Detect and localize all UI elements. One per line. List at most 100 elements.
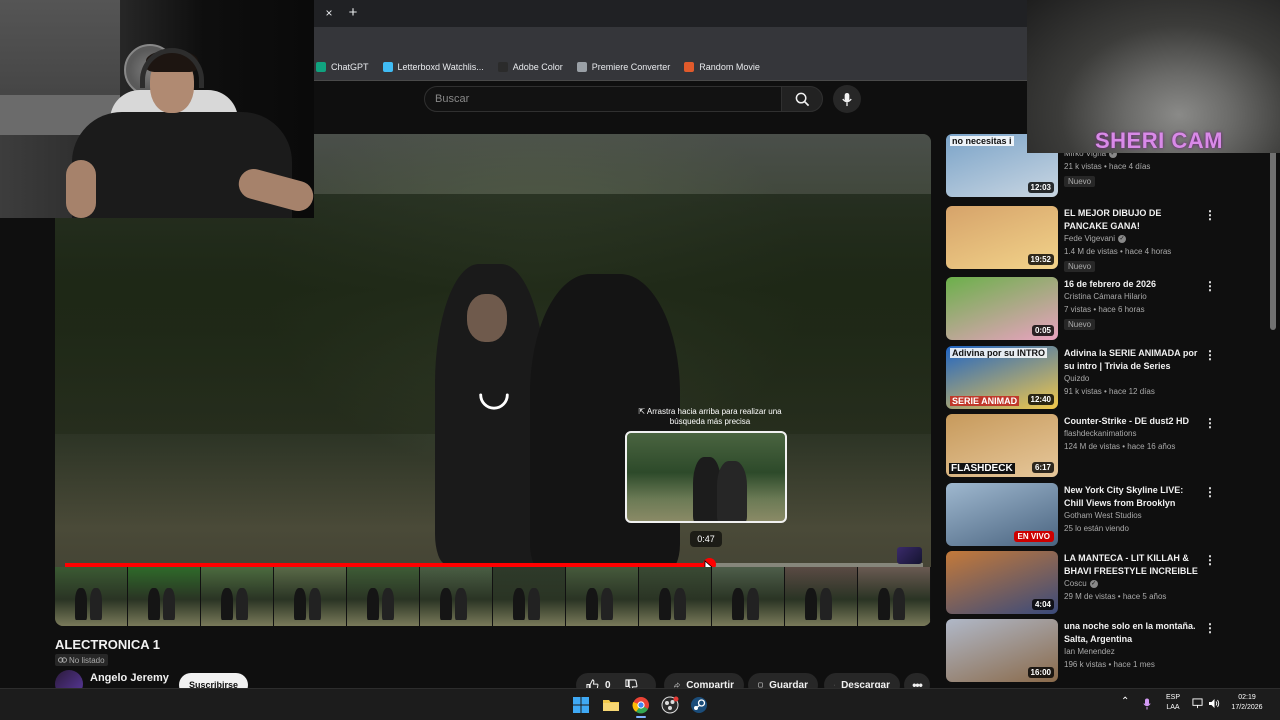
bookmark-label: Adobe Color bbox=[512, 61, 563, 72]
new-badge: Nuevo bbox=[1064, 319, 1096, 330]
filmstrip-frame[interactable] bbox=[566, 567, 639, 626]
related-video-title[interactable]: LA MANTECA - LIT KILLAH & BHAVI FREESTYL… bbox=[1064, 552, 1199, 578]
close-tab-button[interactable]: × bbox=[322, 6, 336, 20]
filmstrip-frame[interactable] bbox=[639, 567, 712, 626]
bookmark-label: ChatGPT bbox=[331, 61, 369, 72]
related-video-item[interactable]: Adivina por su INTRO SERIE ANIMAD 12:40 Adi… bbox=[946, 346, 1266, 410]
more-vertical-icon[interactable]: ⋮ bbox=[1204, 348, 1216, 362]
tray-mic-icon[interactable] bbox=[1143, 698, 1151, 710]
related-video-channel[interactable]: Fede Vigevani ✓ bbox=[1064, 234, 1126, 243]
related-video-item[interactable]: FLASHDECK 6:17 Counter-Strike - DE dust2 H… bbox=[946, 414, 1266, 478]
video-duration: 16:00 bbox=[1027, 667, 1054, 678]
related-video-title[interactable]: Adivina la SERIE ANIMADA por su intro | … bbox=[1064, 347, 1199, 373]
search-icon bbox=[795, 92, 809, 106]
person-face bbox=[467, 294, 507, 342]
related-video-meta: 29 M de vistas • hace 5 años bbox=[1064, 592, 1167, 601]
video-thumbnail[interactable]: 19:52 bbox=[946, 206, 1058, 269]
search-box[interactable] bbox=[424, 86, 782, 112]
related-video-meta: 124 M de vistas • hace 16 años bbox=[1064, 442, 1176, 451]
search-button[interactable] bbox=[781, 86, 823, 112]
bookmark-item[interactable]: Adobe Color bbox=[497, 61, 563, 72]
filmstrip-frame[interactable] bbox=[128, 567, 201, 626]
windows-start-icon[interactable] bbox=[572, 696, 590, 714]
filmstrip-frame[interactable] bbox=[785, 567, 858, 626]
bookmark-item[interactable]: ChatGPT bbox=[316, 61, 369, 72]
chrome-icon[interactable] bbox=[632, 696, 650, 714]
system-clock[interactable]: 02:19 17/2/2026 bbox=[1224, 693, 1270, 713]
related-video-title[interactable]: New York City Skyline LIVE: Chill Views … bbox=[1064, 484, 1199, 510]
related-video-item[interactable]: EN VIVO New York City Skyline LIVE: Chill… bbox=[946, 483, 1266, 547]
related-video-title[interactable]: Counter-Strike - DE dust2 HD bbox=[1064, 415, 1199, 428]
video-thumbnail[interactable]: 0:05 bbox=[946, 277, 1058, 340]
more-vertical-icon[interactable]: ⋮ bbox=[1204, 485, 1216, 499]
network-icon[interactable] bbox=[1192, 698, 1203, 709]
related-video-meta: 1.4 M de vistas • hace 4 horas bbox=[1064, 247, 1172, 256]
new-badge: Nuevo bbox=[1064, 176, 1096, 187]
filmstrip-frame[interactable] bbox=[712, 567, 785, 626]
related-video-title[interactable]: EL MEJOR DIBUJO DE PANCAKE GANA! bbox=[1064, 207, 1199, 233]
seek-filmstrip[interactable] bbox=[55, 567, 931, 626]
video-duration: 19:52 bbox=[1027, 254, 1054, 265]
filmstrip-frame[interactable] bbox=[55, 567, 128, 626]
channel-name-label: flashdeckanimations bbox=[1064, 429, 1137, 438]
filmstrip-frame[interactable] bbox=[420, 567, 493, 626]
filmstrip-frame[interactable] bbox=[274, 567, 347, 626]
related-video-title[interactable]: 16 de febrero de 2026 bbox=[1064, 278, 1199, 291]
bookmark-favicon-icon bbox=[684, 61, 695, 72]
video-thumbnail[interactable]: EN VIVO bbox=[946, 483, 1058, 546]
more-vertical-icon[interactable]: ⋮ bbox=[1204, 208, 1216, 222]
related-video-channel[interactable]: Ian Menendez bbox=[1064, 647, 1115, 656]
related-video-item[interactable]: 4:04 LA MANTECA - LIT KILLAH & BHAVI FREE… bbox=[946, 551, 1266, 615]
search-input[interactable] bbox=[435, 93, 781, 105]
related-video-channel[interactable]: Gotham West Studios bbox=[1064, 511, 1142, 520]
thumbnail-caption: no necesitas i bbox=[950, 136, 1014, 146]
related-video-channel[interactable]: flashdeckanimations bbox=[1064, 429, 1136, 438]
end-screen-avatar[interactable] bbox=[897, 547, 922, 564]
clock-date: 17/2/2026 bbox=[1231, 704, 1263, 711]
live-badge: EN VIVO bbox=[1013, 531, 1054, 542]
filmstrip-frame[interactable] bbox=[347, 567, 420, 626]
seek-hint-text: ⇱ Arrastra hacia arriba para realizar un… bbox=[638, 407, 782, 426]
more-vertical-icon[interactable]: ⋮ bbox=[1204, 416, 1216, 430]
video-thumbnail[interactable]: 4:04 bbox=[946, 551, 1058, 614]
bookmark-favicon-icon bbox=[316, 61, 326, 72]
more-vertical-icon[interactable]: ⋮ bbox=[1204, 553, 1216, 567]
channel-name[interactable]: Angelo Jeremy bbox=[90, 672, 169, 684]
video-thumbnail[interactable]: Adivina por su INTRO SERIE ANIMAD 12:40 bbox=[946, 346, 1058, 409]
seek-preview-time: 0:47 bbox=[690, 531, 722, 547]
more-vertical-icon[interactable]: ⋮ bbox=[1204, 279, 1216, 293]
new-badge: Nuevo bbox=[1064, 261, 1096, 272]
file-explorer-icon[interactable] bbox=[602, 696, 620, 714]
related-video-item[interactable]: 16:00 una noche solo en la montaña. Salta… bbox=[946, 619, 1266, 683]
bookmark-item[interactable]: Letterboxd Watchlis... bbox=[382, 61, 484, 72]
video-thumbnail[interactable]: FLASHDECK 6:17 bbox=[946, 414, 1058, 477]
volume-icon[interactable] bbox=[1208, 698, 1220, 709]
new-tab-button[interactable]: + bbox=[346, 4, 360, 22]
related-video-meta: 21 k vistas • hace 4 días bbox=[1064, 162, 1151, 171]
filmstrip-frame[interactable] bbox=[493, 567, 566, 626]
filmstrip-frame[interactable] bbox=[201, 567, 274, 626]
related-video-channel[interactable]: Quizdo bbox=[1064, 374, 1089, 383]
bookmark-label: Random Movie bbox=[699, 61, 760, 72]
visibility-badge: No listado bbox=[55, 654, 108, 666]
sidebar-scrollbar[interactable] bbox=[1270, 150, 1276, 330]
video-thumbnail[interactable]: 16:00 bbox=[946, 619, 1058, 682]
more-vertical-icon[interactable]: ⋮ bbox=[1204, 621, 1216, 635]
thumbnail-caption: SERIE ANIMAD bbox=[950, 396, 1020, 406]
bookmark-item[interactable]: Random Movie bbox=[684, 61, 760, 72]
video-duration: 12:40 bbox=[1027, 394, 1054, 405]
video-duration: 6:17 bbox=[1031, 462, 1054, 473]
related-video-item[interactable]: 0:05 16 de febrero de 2026 Cristina Cámara… bbox=[946, 277, 1266, 341]
filmstrip-frame[interactable] bbox=[858, 567, 931, 626]
steam-icon[interactable] bbox=[690, 696, 708, 714]
bookmark-item[interactable]: Premiere Converter bbox=[576, 61, 670, 72]
related-video-title[interactable]: una noche solo en la montaña. Salta, Arg… bbox=[1064, 620, 1199, 646]
tray-chevron-icon[interactable]: ⌃ bbox=[1121, 697, 1129, 707]
input-language[interactable]: ESP LAA bbox=[1163, 693, 1183, 713]
related-video-item[interactable]: 19:52 EL MEJOR DIBUJO DE PANCAKE GANA! Fed… bbox=[946, 206, 1266, 272]
related-video-channel[interactable]: Coscu ✓ bbox=[1064, 579, 1098, 588]
related-video-meta: 91 k vistas • hace 12 días bbox=[1064, 387, 1155, 396]
related-video-channel[interactable]: Cristina Cámara Hilario bbox=[1064, 292, 1147, 301]
voice-search-button[interactable] bbox=[833, 85, 861, 113]
obs-icon[interactable] bbox=[661, 696, 679, 714]
